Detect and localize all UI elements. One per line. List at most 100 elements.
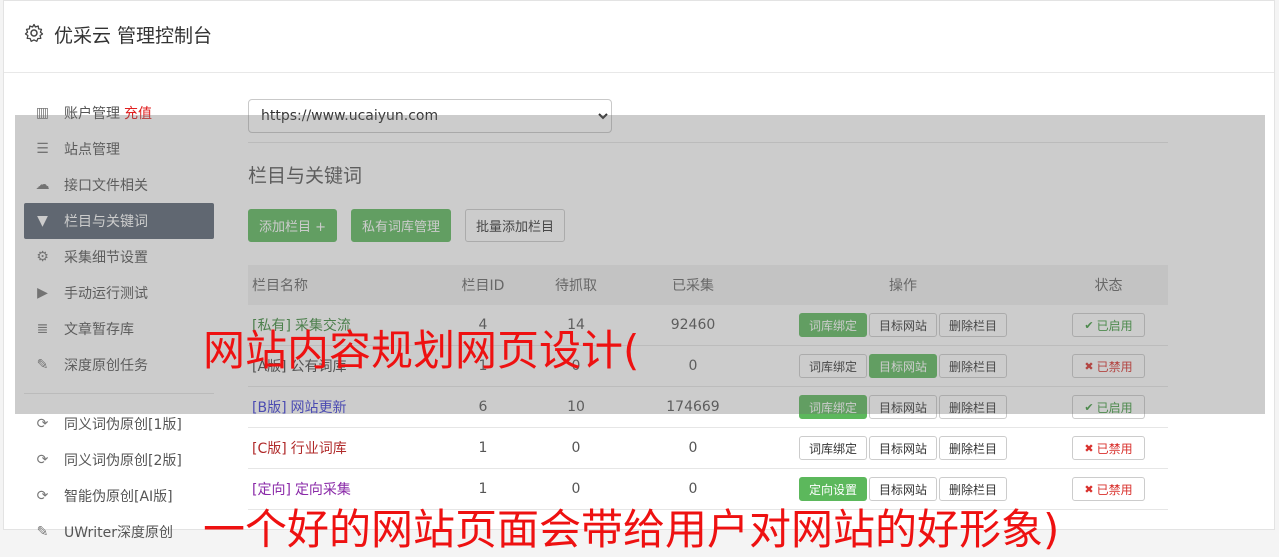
actions-cell: 词库绑定 目标网站 删除栏目 xyxy=(757,386,1049,428)
columns-table: 栏目名称 栏目ID 待抓取 已采集 操作 状态 [私有] 采集交流 4 14 92460… xyxy=(248,265,1168,510)
bind-library-button[interactable]: 词库绑定 xyxy=(798,436,867,460)
column-id: 1 xyxy=(443,345,523,387)
sidebar-item[interactable]: ✎ 深度原创任务 xyxy=(24,347,214,383)
column-tag: [定向] xyxy=(252,482,291,498)
collected-count: 0 xyxy=(629,345,757,387)
status-toggle[interactable]: ✖ 已禁用 xyxy=(1072,477,1145,501)
delete-column-button[interactable]: 删除栏目 xyxy=(939,354,1008,378)
app-header: 优采云 管理控制台 xyxy=(4,1,1274,73)
table-row: [C版] 行业词库 1 0 0 词库绑定 目标网站 删除栏目 ✖ 已禁用 xyxy=(248,427,1168,469)
pending-count: 14 xyxy=(523,305,629,346)
column-name-cell: [A版] 公有词库 xyxy=(248,345,443,387)
sidebar-item[interactable]: ▥ 账户管理 充值 xyxy=(24,95,214,131)
target-site-button[interactable]: 目标网站 xyxy=(868,354,937,378)
sidebar-item[interactable]: ⟳ 同义词伪原创[1版] xyxy=(24,406,214,442)
target-site-button[interactable]: 目标网站 xyxy=(868,395,937,419)
recharge-link[interactable]: 充值 xyxy=(124,103,152,123)
pending-count: 0 xyxy=(523,345,629,387)
sidebar-item-label: 文章暂存库 xyxy=(64,322,134,338)
column-name-cell: [B版] 网站更新 xyxy=(248,386,443,428)
column-name[interactable]: 网站更新 xyxy=(291,400,347,416)
sidebar: ▥ 账户管理 充值 ☰ 站点管理 ☁ 接口文件相关 ▼ 栏目与关键词 ⚙ 采集细节设置 ▶ 手动运行测试… xyxy=(24,95,214,550)
batch-add-column-button[interactable]: 批量添加栏目 xyxy=(465,209,566,242)
sidebar-item-label: 接口文件相关 xyxy=(64,178,148,194)
sidebar-item[interactable]: ⟳ 同义词伪原创[2版] xyxy=(24,442,214,478)
status-label: 已禁用 xyxy=(1096,482,1133,497)
status-cell: ✔ 已启用 xyxy=(1049,386,1168,428)
refresh-icon: ⟳ xyxy=(36,452,49,468)
column-tag: [A版] xyxy=(252,359,287,375)
collected-count: 174669 xyxy=(629,386,757,428)
delete-column-button[interactable]: 删除栏目 xyxy=(939,477,1008,501)
table-header-row: 栏目名称 栏目ID 待抓取 已采集 操作 状态 xyxy=(248,265,1168,305)
column-tag: [C版] xyxy=(252,441,287,457)
column-tag: [私有] xyxy=(252,318,291,334)
sidebar-item-label: 同义词伪原创[1版] xyxy=(64,417,182,433)
sidebar-item[interactable]: ▶ 手动运行测试 xyxy=(24,275,214,311)
delete-column-button[interactable]: 删除栏目 xyxy=(939,436,1008,460)
sidebar-item-label: 手动运行测试 xyxy=(64,286,148,302)
sidebar-item-label: 深度原创任务 xyxy=(64,358,148,374)
bind-library-button[interactable]: 定向设置 xyxy=(798,477,867,501)
column-name[interactable]: 行业词库 xyxy=(291,441,347,457)
add-column-button[interactable]: 添加栏目 + xyxy=(248,209,338,242)
sidebar-item[interactable]: ≣ 文章暂存库 xyxy=(24,311,214,347)
sidebar-item[interactable]: ☰ 站点管理 xyxy=(24,131,214,167)
collected-count: 92460 xyxy=(629,305,757,346)
status-label: 已禁用 xyxy=(1096,441,1133,456)
check-icon: ✔ xyxy=(1084,400,1094,414)
col-header-name: 栏目名称 xyxy=(248,265,443,305)
private-library-button[interactable]: 私有词库管理 xyxy=(351,209,452,242)
site-select[interactable]: https://www.ucaiyun.com xyxy=(248,99,612,133)
main-content: https://www.ucaiyun.com 栏目与关键词 添加栏目 + 私有… xyxy=(248,99,1168,510)
x-icon: ✖ xyxy=(1084,359,1094,373)
column-name[interactable]: 采集交流 xyxy=(295,318,351,334)
actions-cell: 词库绑定 目标网站 删除栏目 xyxy=(757,345,1049,387)
refresh-icon: ⟳ xyxy=(36,416,49,432)
sidebar-item-label: 同义词伪原创[2版] xyxy=(64,453,182,469)
status-cell: ✖ 已禁用 xyxy=(1049,345,1168,387)
status-label: 已启用 xyxy=(1096,400,1133,415)
pending-count: 10 xyxy=(523,386,629,428)
target-site-button[interactable]: 目标网站 xyxy=(868,477,937,501)
sidebar-item[interactable]: ⚙ 采集细节设置 xyxy=(24,239,214,275)
sidebar-item[interactable]: ▼ 栏目与关键词 xyxy=(24,203,214,239)
sidebar-item-label: 站点管理 xyxy=(64,142,120,158)
status-toggle[interactable]: ✖ 已禁用 xyxy=(1072,436,1145,460)
app-title: 优采云 管理控制台 xyxy=(54,25,213,47)
column-tag: [B版] xyxy=(252,400,287,416)
edit-icon: ✎ xyxy=(36,524,49,540)
status-cell: ✔ 已启用 xyxy=(1049,305,1168,346)
column-name[interactable]: 公有词库 xyxy=(291,359,347,375)
column-id: 4 xyxy=(443,305,523,346)
status-toggle[interactable]: ✔ 已启用 xyxy=(1072,313,1145,337)
target-site-button[interactable]: 目标网站 xyxy=(868,313,937,337)
bind-library-button[interactable]: 词库绑定 xyxy=(798,395,867,419)
bind-library-button[interactable]: 词库绑定 xyxy=(798,313,867,337)
bar-chart-icon: ▥ xyxy=(35,105,50,121)
delete-column-button[interactable]: 删除栏目 xyxy=(939,313,1008,337)
table-row: [B版] 网站更新 6 10 174669 词库绑定 目标网站 删除栏目 ✔ 已启用 xyxy=(248,386,1168,428)
sidebar-divider xyxy=(24,393,214,394)
divider xyxy=(248,142,1168,143)
sidebar-item[interactable]: ☁ 接口文件相关 xyxy=(24,167,214,203)
column-name[interactable]: 定向采集 xyxy=(295,482,351,498)
col-header-collected: 已采集 xyxy=(629,265,757,305)
sidebar-item[interactable]: ⟳ 智能伪原创[AI版] xyxy=(24,478,214,514)
col-header-id: 栏目ID xyxy=(443,265,523,305)
status-toggle[interactable]: ✖ 已禁用 xyxy=(1072,354,1145,378)
col-header-pending: 待抓取 xyxy=(523,265,629,305)
sidebar-item-label: 采集细节设置 xyxy=(64,250,148,266)
column-id: 6 xyxy=(443,386,523,428)
sidebar-item[interactable]: ✎ UWriter深度原创 xyxy=(24,514,214,550)
column-name-cell: [C版] 行业词库 xyxy=(248,427,443,469)
column-id: 1 xyxy=(443,427,523,469)
bind-library-button[interactable]: 词库绑定 xyxy=(798,354,867,378)
status-toggle[interactable]: ✔ 已启用 xyxy=(1072,395,1145,419)
table-row: [定向] 定向采集 1 0 0 定向设置 目标网站 删除栏目 ✖ 已禁用 xyxy=(248,468,1168,510)
delete-column-button[interactable]: 删除栏目 xyxy=(939,395,1008,419)
console-frame: 优采云 管理控制台 ▥ 账户管理 充值 ☰ 站点管理 ☁ 接口文件相关 ▼ 栏目与关键词 ⚙ 采集细… xyxy=(3,0,1275,541)
sidebar-item-label: 智能伪原创[AI版] xyxy=(64,489,173,505)
actions-cell: 词库绑定 目标网站 删除栏目 xyxy=(757,427,1049,469)
target-site-button[interactable]: 目标网站 xyxy=(868,436,937,460)
